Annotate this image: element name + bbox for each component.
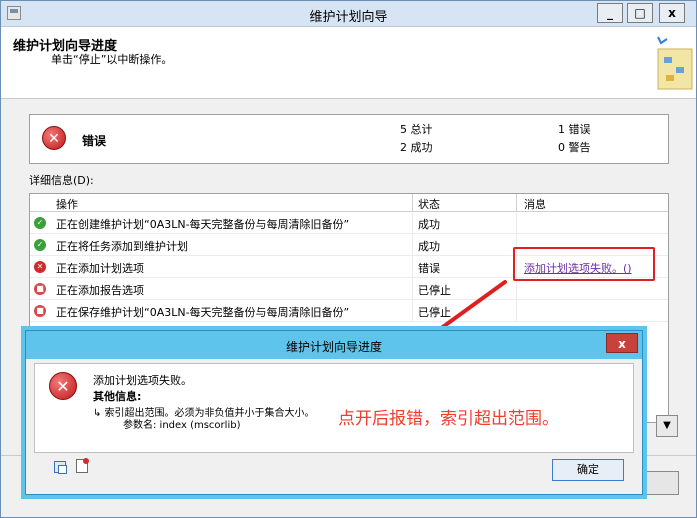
title-bar: 维护计划向导 _ □ x — [1, 1, 696, 27]
summary-panel: ✕ 错误 5 总计 2 成功 1 错误 0 警告 — [29, 114, 669, 164]
count-warnings: 0 警告 — [558, 141, 591, 154]
success-icon: ✓ — [34, 217, 46, 229]
stop-icon: ■ — [34, 283, 46, 295]
dialog-title-bar: 维护计划向导进度 x — [26, 331, 642, 359]
error-icon: ✕ — [49, 372, 77, 400]
show-details-icon[interactable] — [76, 458, 89, 473]
success-icon: ✓ — [34, 239, 46, 251]
column-operation[interactable]: 操作 — [56, 196, 78, 212]
row-operation: 正在将任务添加到维护计划 — [56, 240, 188, 253]
extra-info-label: 其他信息: — [93, 390, 142, 403]
row-status: 错误 — [418, 262, 440, 275]
row-status: 成功 — [418, 240, 440, 253]
table-row[interactable]: ■ 正在添加报告选项 已停止 — [30, 278, 668, 300]
column-message[interactable]: 消息 — [524, 196, 546, 212]
summary-status: 错误 — [82, 134, 107, 148]
annotation-text: 点开后报错，索引超出范围。 — [338, 409, 559, 429]
row-status: 已停止 — [418, 284, 451, 297]
wizard-action-button[interactable] — [641, 471, 679, 495]
row-status: 已停止 — [418, 306, 451, 319]
count-total: 5 总计 — [400, 123, 433, 136]
row-operation: 正在创建维护计划“0A3LN-每天完整备份与每周清除旧备份” — [56, 218, 350, 231]
row-operation: 正在添加计划选项 — [56, 262, 144, 275]
dialog-message: 添加计划选项失败。 — [93, 374, 192, 387]
ok-button[interactable]: 确定 — [552, 459, 624, 481]
dropdown-button[interactable]: ▼ — [656, 415, 678, 437]
dialog-close-button[interactable]: x — [606, 333, 638, 353]
row-operation: 正在添加报告选项 — [56, 284, 144, 297]
count-success: 2 成功 — [400, 141, 433, 154]
window-title: 维护计划向导 — [309, 10, 388, 25]
copy-icon[interactable] — [54, 461, 67, 474]
error-icon: ✕ — [34, 261, 46, 273]
close-button[interactable]: x — [659, 3, 685, 23]
column-status[interactable]: 状态 — [418, 196, 440, 212]
table-row[interactable]: ■ 正在保存维护计划“0A3LN-每天完整备份与每周清除旧备份” 已停止 — [30, 300, 668, 322]
error-dialog: 维护计划向导进度 x ✕ 添加计划选项失败。 其他信息: ↳ 索引超出范围。必须… — [25, 330, 643, 495]
dialog-title: 维护计划向导进度 — [285, 340, 382, 354]
wizard-graphic-icon — [657, 36, 693, 90]
dialog-message-area: ✕ 添加计划选项失败。 其他信息: ↳ 索引超出范围。必须为非负值并小于集合大小… — [34, 363, 634, 453]
table-header: 操作 状态 消息 — [30, 194, 668, 212]
error-icon: ✕ — [42, 126, 66, 150]
parameter-line: 参数名: index (mscorlib) — [123, 420, 241, 431]
count-errors: 1 错误 — [558, 123, 591, 136]
page-subtitle: 单击“停止”以中断操作。 — [51, 53, 173, 66]
minimize-button[interactable]: _ — [597, 3, 623, 23]
highlight-box — [513, 247, 655, 281]
stop-icon: ■ — [34, 305, 46, 317]
row-status: 成功 — [418, 218, 440, 231]
details-label: 详细信息(D): — [29, 174, 94, 187]
maximize-button[interactable]: □ — [627, 3, 653, 23]
wizard-header: 维护计划向导进度 单击“停止”以中断操作。 — [1, 27, 696, 99]
row-operation: 正在保存维护计划“0A3LN-每天完整备份与每周清除旧备份” — [56, 306, 350, 319]
table-row[interactable]: ✓ 正在创建维护计划“0A3LN-每天完整备份与每周清除旧备份” 成功 — [30, 212, 668, 234]
